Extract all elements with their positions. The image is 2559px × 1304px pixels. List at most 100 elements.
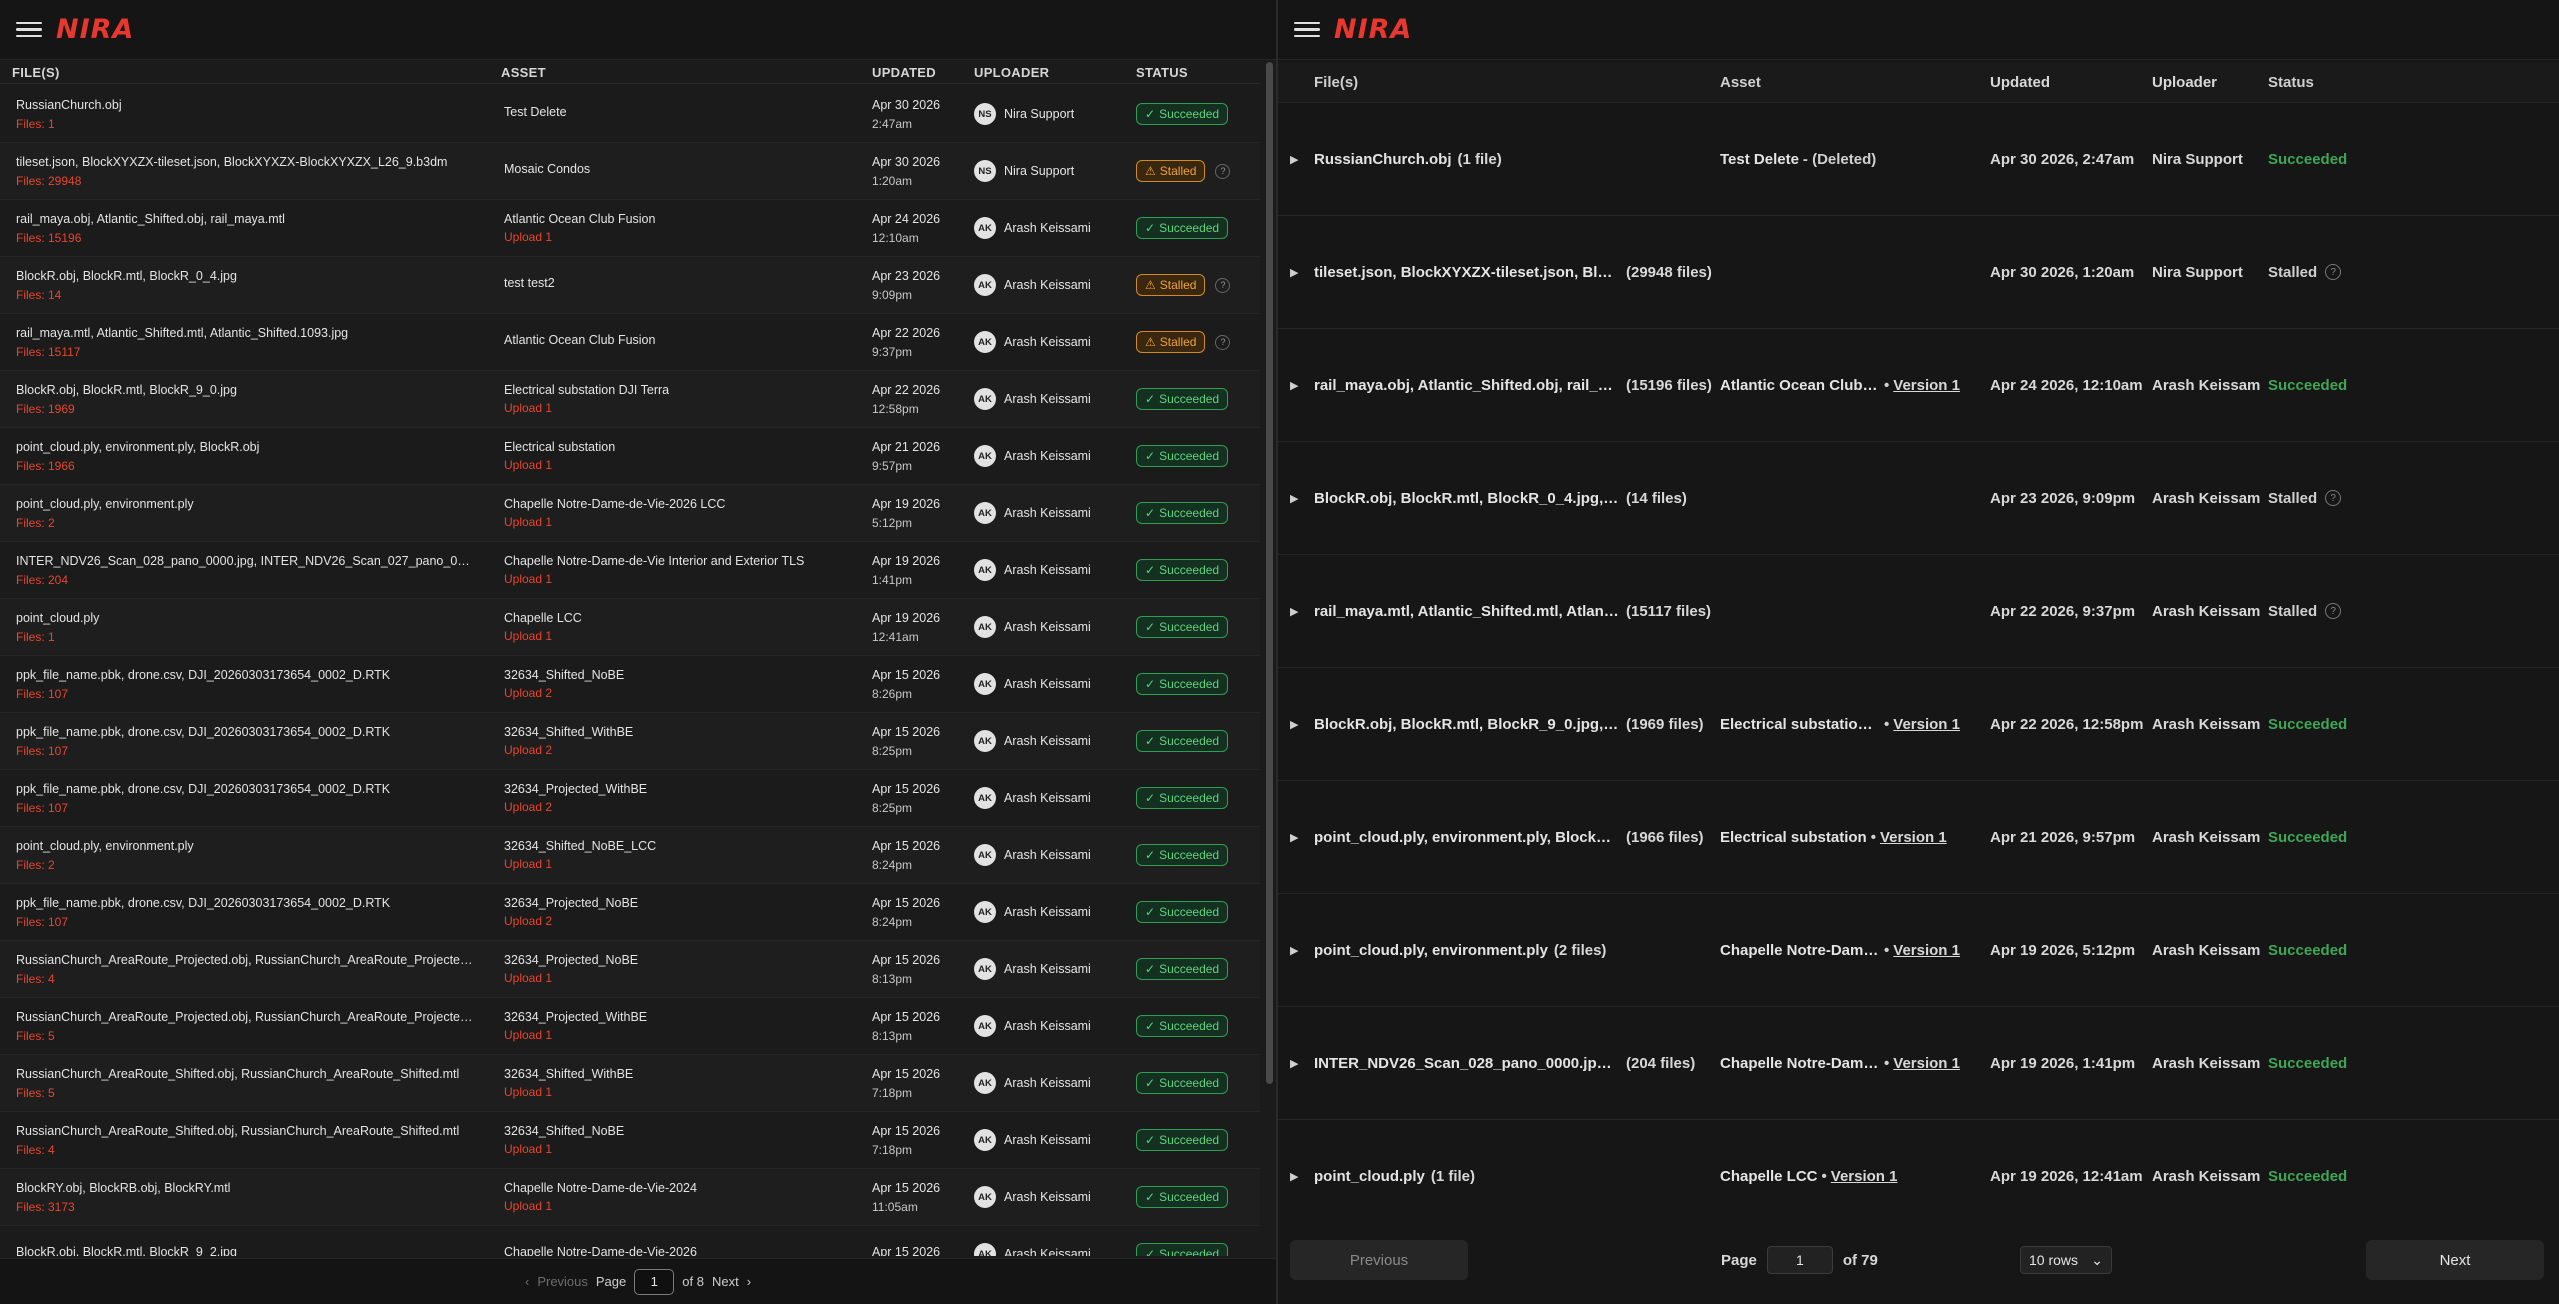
col-status-header[interactable]: STATUS — [1122, 65, 1242, 80]
previous-button[interactable]: Previous — [1290, 1240, 1468, 1280]
table-row[interactable]: RussianChurch_AreaRoute_Shifted.obj, Rus… — [0, 1112, 1260, 1169]
table-row[interactable]: ▶ BlockR.obj, BlockR.mtl, BlockR_0_4.jpg,… — [1278, 441, 2559, 554]
upload-label[interactable]: Upload 1 — [504, 401, 858, 415]
menu-icon[interactable] — [1294, 17, 1320, 43]
col-updated-header[interactable]: UPDATED — [858, 65, 962, 80]
asset-name[interactable]: Electrical substation DJI Terra — [1720, 716, 1880, 733]
version-link[interactable]: Version 1 — [1831, 1168, 1898, 1185]
upload-label[interactable]: Upload 1 — [504, 1199, 858, 1213]
upload-label[interactable]: Upload 2 — [504, 914, 858, 928]
table-row[interactable]: ▶ BlockR.obj, BlockR.mtl, BlockR_9_0.jpg,… — [1278, 667, 2559, 780]
asset-name[interactable]: Chapelle Notre-Dame-de-Vie-2026 LCC — [1720, 942, 1880, 959]
table-row[interactable]: ▶ point_cloud.ply, environment.ply, Block… — [1278, 780, 2559, 893]
upload-label[interactable]: Upload 1 — [504, 1085, 858, 1099]
table-row[interactable]: rail_maya.obj, Atlantic_Shifted.obj, rai… — [0, 200, 1260, 257]
table-row[interactable]: ▶ RussianChurch.obj (1 file) Test Delete - (… — [1278, 102, 2559, 215]
col-status-header[interactable]: Status — [2260, 74, 2410, 91]
asset-name[interactable]: Electrical substation — [1720, 829, 1867, 846]
table-row[interactable]: RussianChurch.obj Files: 1 Test Delete Apr … — [0, 86, 1260, 143]
help-icon[interactable]: ? — [2325, 264, 2342, 280]
table-row[interactable]: BlockR.obj, BlockR.mtl, BlockR_0_4.jpg Fi… — [0, 257, 1260, 314]
table-row[interactable]: ppk_file_name.pbk, drone.csv, DJI_202603… — [0, 770, 1260, 827]
asset-name[interactable]: Test Delete — [504, 105, 858, 119]
expand-arrow-icon[interactable]: ▶ — [1278, 266, 1314, 279]
table-row[interactable]: ▶ point_cloud.ply, environment.ply (2 file… — [1278, 893, 2559, 1006]
expand-arrow-icon[interactable]: ▶ — [1278, 944, 1314, 957]
help-icon[interactable]: ? — [2325, 490, 2342, 506]
upload-label[interactable]: Upload 1 — [504, 515, 858, 529]
col-uploader-header[interactable]: UPLOADER — [962, 65, 1122, 80]
asset-name[interactable]: 32634_Projected_WithBE — [504, 1010, 858, 1024]
expand-arrow-icon[interactable]: ▶ — [1278, 379, 1314, 392]
asset-name[interactable]: 32634_Projected_WithBE — [504, 782, 858, 796]
scrollbar-thumb[interactable] — [1266, 62, 1273, 1084]
asset-name[interactable]: Mosaic Condos — [504, 162, 858, 176]
asset-name[interactable]: Chapelle LCC — [504, 611, 858, 625]
table-row[interactable]: ▶ point_cloud.ply (1 file) Chapelle LCC • Ver… — [1278, 1119, 2559, 1232]
col-updated-header[interactable]: Updated — [1990, 74, 2152, 91]
next-button[interactable]: Next — [2366, 1240, 2544, 1280]
upload-label[interactable]: Upload 2 — [504, 743, 858, 757]
upload-label[interactable]: Upload 2 — [504, 800, 858, 814]
nira-logo[interactable]: NIRA — [1334, 14, 1412, 45]
version-link[interactable]: Version 1 — [1893, 716, 1960, 733]
table-row[interactable]: BlockR.obj, BlockR.mtl, BlockR_9_0.jpg Fi… — [0, 371, 1260, 428]
table-row[interactable]: ppk_file_name.pbk, drone.csv, DJI_202603… — [0, 884, 1260, 941]
version-link[interactable]: Version 1 — [1893, 1055, 1960, 1072]
asset-name[interactable]: Electrical substation — [504, 440, 858, 454]
page-input[interactable] — [1766, 1246, 1833, 1274]
expand-arrow-icon[interactable]: ▶ — [1278, 831, 1314, 844]
table-row[interactable]: ▶INTER_NDV26_Scan_028_pano_0000.jpg, INT… — [1278, 1006, 2559, 1119]
table-row[interactable]: BlockR.obj, BlockR.mtl, BlockR_9_2.jpg Ch… — [0, 1226, 1260, 1256]
asset-name[interactable]: Atlantic Ocean Club Fusion — [504, 212, 858, 226]
upload-label[interactable]: Upload 1 — [504, 1142, 858, 1156]
table-row[interactable]: point_cloud.ply, environment.ply Files: 2… — [0, 485, 1260, 542]
expand-arrow-icon[interactable]: ▶ — [1278, 718, 1314, 731]
table-row[interactable]: point_cloud.ply, environment.ply, BlockR… — [0, 428, 1260, 485]
col-files-header[interactable]: FILE(S) — [0, 65, 488, 80]
table-row[interactable]: RussianChurch_AreaRoute_Projected.obj, R… — [0, 998, 1260, 1055]
asset-name[interactable]: Chapelle LCC — [1720, 1168, 1818, 1185]
upload-label[interactable]: Upload 2 — [504, 686, 858, 700]
expand-arrow-icon[interactable]: ▶ — [1278, 153, 1314, 166]
upload-label[interactable]: Upload 1 — [504, 572, 858, 586]
asset-name[interactable]: Chapelle Notre-Dame-de-Vie-2024 — [504, 1181, 858, 1195]
version-link[interactable]: Version 1 — [1893, 377, 1960, 394]
asset-name[interactable]: 32634_Shifted_WithBE — [504, 725, 858, 739]
asset-name[interactable]: Chapelle Notre-Dame-de-Vie — [1720, 1055, 1880, 1072]
table-row[interactable]: ppk_file_name.pbk, drone.csv, DJI_202603… — [0, 713, 1260, 770]
help-icon[interactable]: ? — [1215, 163, 1231, 179]
col-uploader-header[interactable]: Uploader — [2152, 74, 2260, 91]
asset-name[interactable]: Chapelle Notre-Dame-de-Vie-2026 LCC — [504, 497, 858, 511]
expand-arrow-icon[interactable]: ▶ — [1278, 1170, 1314, 1183]
expand-arrow-icon[interactable]: ▶ — [1278, 1057, 1314, 1070]
table-row[interactable]: point_cloud.ply Files: 1 Chapelle LCC Uploa… — [0, 599, 1260, 656]
version-link[interactable]: Version 1 — [1880, 829, 1947, 846]
upload-label[interactable]: Upload 1 — [504, 458, 858, 472]
table-row[interactable]: ▶ rail_maya.mtl, Atlantic_Shifted.mtl, At… — [1278, 554, 2559, 667]
table-row[interactable]: point_cloud.ply, environment.ply Files: 2… — [0, 827, 1260, 884]
version-link[interactable]: Version 1 — [1893, 942, 1960, 959]
table-row[interactable]: INTER_NDV26_Scan_028_pano_0000.jpg, INTE… — [0, 542, 1260, 599]
col-asset-header[interactable]: Asset — [1720, 74, 1990, 91]
asset-name[interactable]: 32634_Shifted_NoBE — [504, 1124, 858, 1138]
rows-per-page-select[interactable]: 10 rows ⌄ — [2020, 1246, 2112, 1274]
table-row[interactable]: BlockRY.obj, BlockRB.obj, BlockRY.mtl Fil… — [0, 1169, 1260, 1226]
table-row[interactable]: rail_maya.mtl, Atlantic_Shifted.mtl, Atl… — [0, 314, 1260, 371]
table-row[interactable]: tileset.json, BlockXYXZX-tileset.json, B… — [0, 143, 1260, 200]
asset-name[interactable]: test test2 — [504, 276, 858, 290]
menu-icon[interactable] — [16, 17, 42, 43]
asset-name[interactable]: Chapelle Notre-Dame-de-Vie Interior and … — [504, 554, 858, 568]
asset-name[interactable]: 32634_Shifted_NoBE_LCC — [504, 839, 858, 853]
col-files-header[interactable]: File(s) — [1314, 74, 1720, 91]
expand-arrow-icon[interactable]: ▶ — [1278, 605, 1314, 618]
table-row[interactable]: RussianChurch_AreaRoute_Shifted.obj, Rus… — [0, 1055, 1260, 1112]
asset-name[interactable]: Test Delete — [1720, 151, 1799, 168]
asset-name[interactable]: Electrical substation DJI Terra — [504, 383, 858, 397]
table-row[interactable]: ▶ tileset.json, BlockXYXZX-tileset.json, … — [1278, 215, 2559, 328]
asset-name[interactable]: 32634_Shifted_WithBE — [504, 1067, 858, 1081]
help-icon[interactable]: ? — [2325, 603, 2342, 619]
upload-label[interactable]: Upload 1 — [504, 230, 858, 244]
asset-name[interactable]: 32634_Projected_NoBE — [504, 953, 858, 967]
asset-name[interactable]: 32634_Projected_NoBE — [504, 896, 858, 910]
